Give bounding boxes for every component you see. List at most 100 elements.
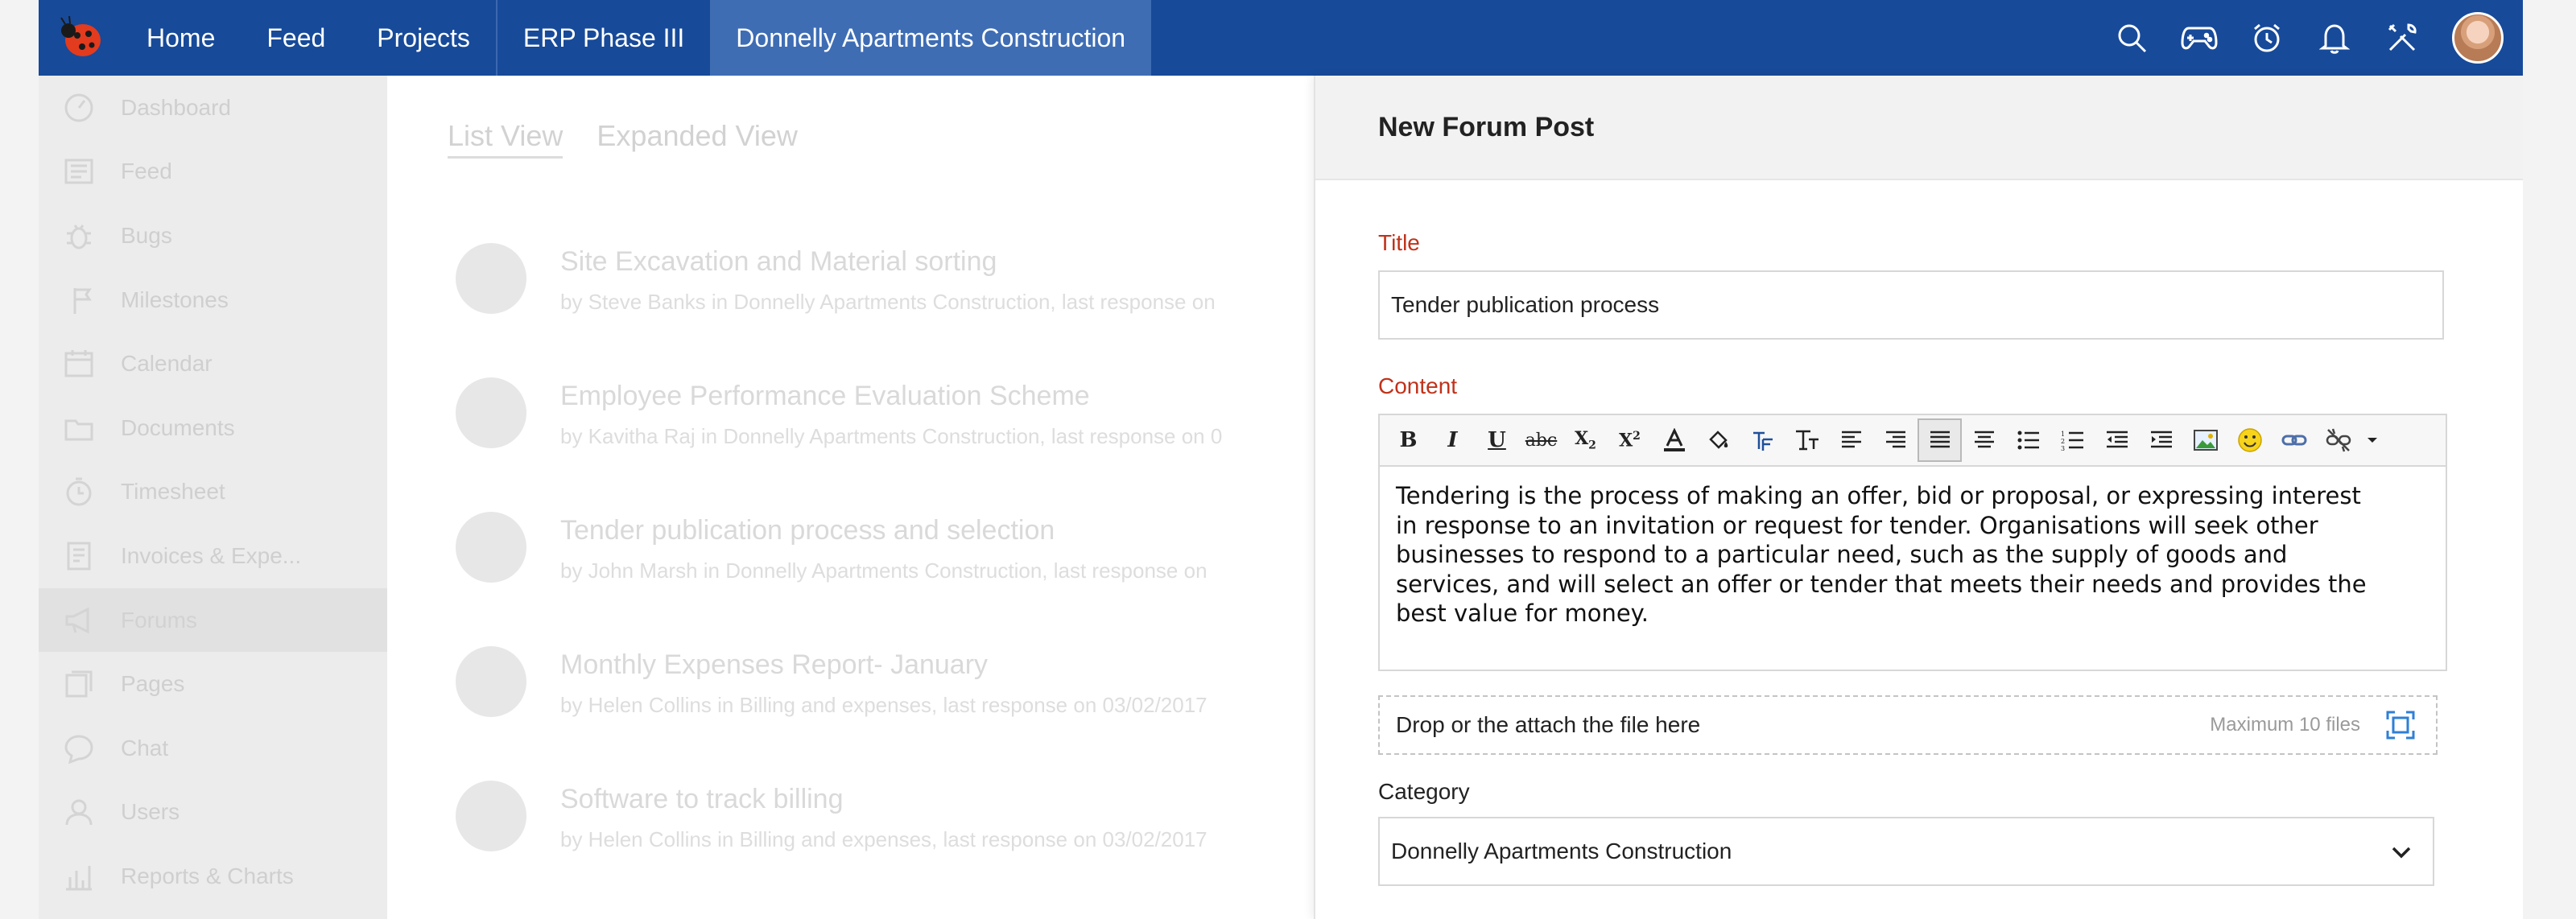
align-left-icon[interactable] [1829,418,1873,462]
sidebar-item-label: Feed [121,159,172,184]
list-item[interactable]: Site Excavation and Material sorting by … [456,243,1422,340]
nav-erp-phase-iii[interactable]: ERP Phase III [495,0,710,76]
sidebar-item-feed[interactable]: Feed [39,140,387,204]
list-item[interactable]: Tender publication process and selection… [456,512,1422,608]
nav-home[interactable]: Home [121,0,241,76]
content-line: businesses to respond to a particular ne… [1396,541,2288,568]
sidebar-item-invoices[interactable]: Invoices & Expe... [39,524,387,588]
unlink-icon[interactable] [2316,418,2360,462]
user-avatar[interactable] [2452,12,2504,64]
sidebar-item-label: Milestones [121,286,229,312]
tools-icon[interactable] [2368,0,2436,76]
font-size-icon[interactable] [1785,418,1829,462]
view-tabs: List View Expanded View [448,119,798,159]
post-title[interactable]: Site Excavation and Material sorting [560,246,997,278]
feed-icon [63,155,95,188]
emoji-icon[interactable] [2227,418,2272,462]
title-input[interactable]: Tender publication process [1378,270,2444,340]
content-editor[interactable]: Tendering is the process of making an of… [1378,465,2447,671]
underline-icon[interactable]: U [1475,418,1519,462]
svg-text:3: 3 [2061,445,2065,451]
outdent-icon[interactable] [2095,418,2139,462]
sidebar: Dashboard Feed Bugs Milestones Calendar … [39,76,387,919]
post-meta: by Helen Collins in Billing and expenses… [560,693,1208,717]
sidebar-item-users[interactable]: Users [39,781,387,845]
align-justify-icon[interactable] [1918,418,1962,462]
font-color-icon[interactable] [1652,418,1696,462]
font-family-icon[interactable] [1740,418,1785,462]
panel-header: New Forum Post [1315,76,2523,180]
forum-list: List View Expanded View Site Excavation … [387,76,1353,919]
sidebar-item-chat[interactable]: Chat [39,716,387,781]
content-line: in response to an invitation or request … [1396,511,2318,539]
sidebar-item-documents[interactable]: Documents [39,396,387,460]
post-title[interactable]: Monthly Expenses Report- January [560,649,988,681]
nav-donnelly-apartments[interactable]: Donnelly Apartments Construction [710,0,1152,76]
post-title[interactable]: Software to track billing [560,784,844,815]
author-avatar [456,781,526,851]
milestone-icon [63,284,95,316]
tab-expanded-view[interactable]: Expanded View [597,119,798,159]
sidebar-item-label: Users [121,799,180,825]
gamepad-icon[interactable] [2165,0,2233,76]
category-select[interactable]: Donnelly Apartments Construction [1378,817,2434,886]
bell-icon[interactable] [2301,0,2368,76]
link-icon[interactable] [2272,418,2316,462]
sidebar-item-label: Timesheet [121,479,225,505]
reports-icon [63,860,95,892]
sidebar-item-label: Forums [121,607,197,633]
bulleted-list-icon[interactable] [2006,418,2050,462]
sidebar-item-reports[interactable]: Reports & Charts [39,844,387,909]
strikethrough-icon[interactable]: abc [1519,418,1563,462]
post-meta: by John Marsh in Donnelly Apartments Con… [560,558,1208,583]
category-select-value: Donnelly Apartments Construction [1391,839,1732,863]
indent-icon[interactable] [2139,418,2183,462]
author-avatar [456,512,526,583]
users-icon [63,796,95,828]
author-avatar [456,646,526,717]
search-icon[interactable] [2098,0,2165,76]
align-center-icon[interactable] [1962,418,2006,462]
post-title[interactable]: Tender publication process and selection [560,515,1055,546]
nav-actions [2098,0,2523,76]
list-item[interactable]: Employee Performance Evaluation Scheme b… [456,377,1422,474]
sidebar-item-timesheet[interactable]: Timesheet [39,460,387,525]
drop-zone-text: Drop or the attach the file here [1396,712,1701,737]
bug-icon [63,220,95,252]
editor-toolbar: B I U abc X2 X2 123 [1378,414,2447,465]
nav-projects[interactable]: Projects [351,0,496,76]
tab-list-view[interactable]: List View [448,119,564,159]
list-item[interactable]: Software to track billing by Helen Colli… [456,781,1422,877]
sidebar-item-bugs[interactable]: Bugs [39,204,387,268]
nav-donnelly-label: Donnelly Apartments Construction [736,23,1126,52]
sidebar-item-forums[interactable]: Forums [39,587,387,653]
title-input-value: Tender publication process [1391,292,1660,317]
new-forum-post-panel: New Forum Post Title Tender publication … [1314,76,2523,919]
file-drop-zone[interactable]: Drop or the attach the file here Maximum… [1378,695,2438,755]
ladybug-logo-icon[interactable] [53,10,109,66]
post-title[interactable]: Employee Performance Evaluation Scheme [560,381,1090,412]
italic-icon[interactable]: I [1430,418,1475,462]
svg-text:2: 2 [2061,438,2065,445]
expand-icon[interactable] [2384,709,2417,741]
list-item[interactable]: Monthly Expenses Report- January by Hele… [456,646,1422,743]
insert-image-icon[interactable] [2183,418,2227,462]
chat-icon [63,732,95,764]
title-label: Title [1378,230,1420,255]
sidebar-item-pages[interactable]: Pages [39,652,387,716]
content-label: Content [1378,373,1458,398]
sidebar-item-dashboard[interactable]: Dashboard [39,76,387,140]
sidebar-item-calendar[interactable]: Calendar [39,332,387,396]
nav-feed[interactable]: Feed [241,0,351,76]
fill-color-icon[interactable] [1696,418,1740,462]
subscript-icon[interactable]: X2 [1563,418,1608,462]
more-options-caret-icon[interactable] [2360,418,2384,462]
numbered-list-icon[interactable]: 123 [2050,418,2095,462]
alarm-clock-icon[interactable] [2233,0,2301,76]
align-right-icon[interactable] [1873,418,1918,462]
superscript-icon[interactable]: X2 [1608,418,1652,462]
sidebar-item-milestones[interactable]: Milestones [39,268,387,332]
sidebar-item-label: Dashboard [121,94,231,120]
max-files-note: Maximum 10 files [2210,714,2360,736]
bold-icon[interactable]: B [1386,418,1430,462]
